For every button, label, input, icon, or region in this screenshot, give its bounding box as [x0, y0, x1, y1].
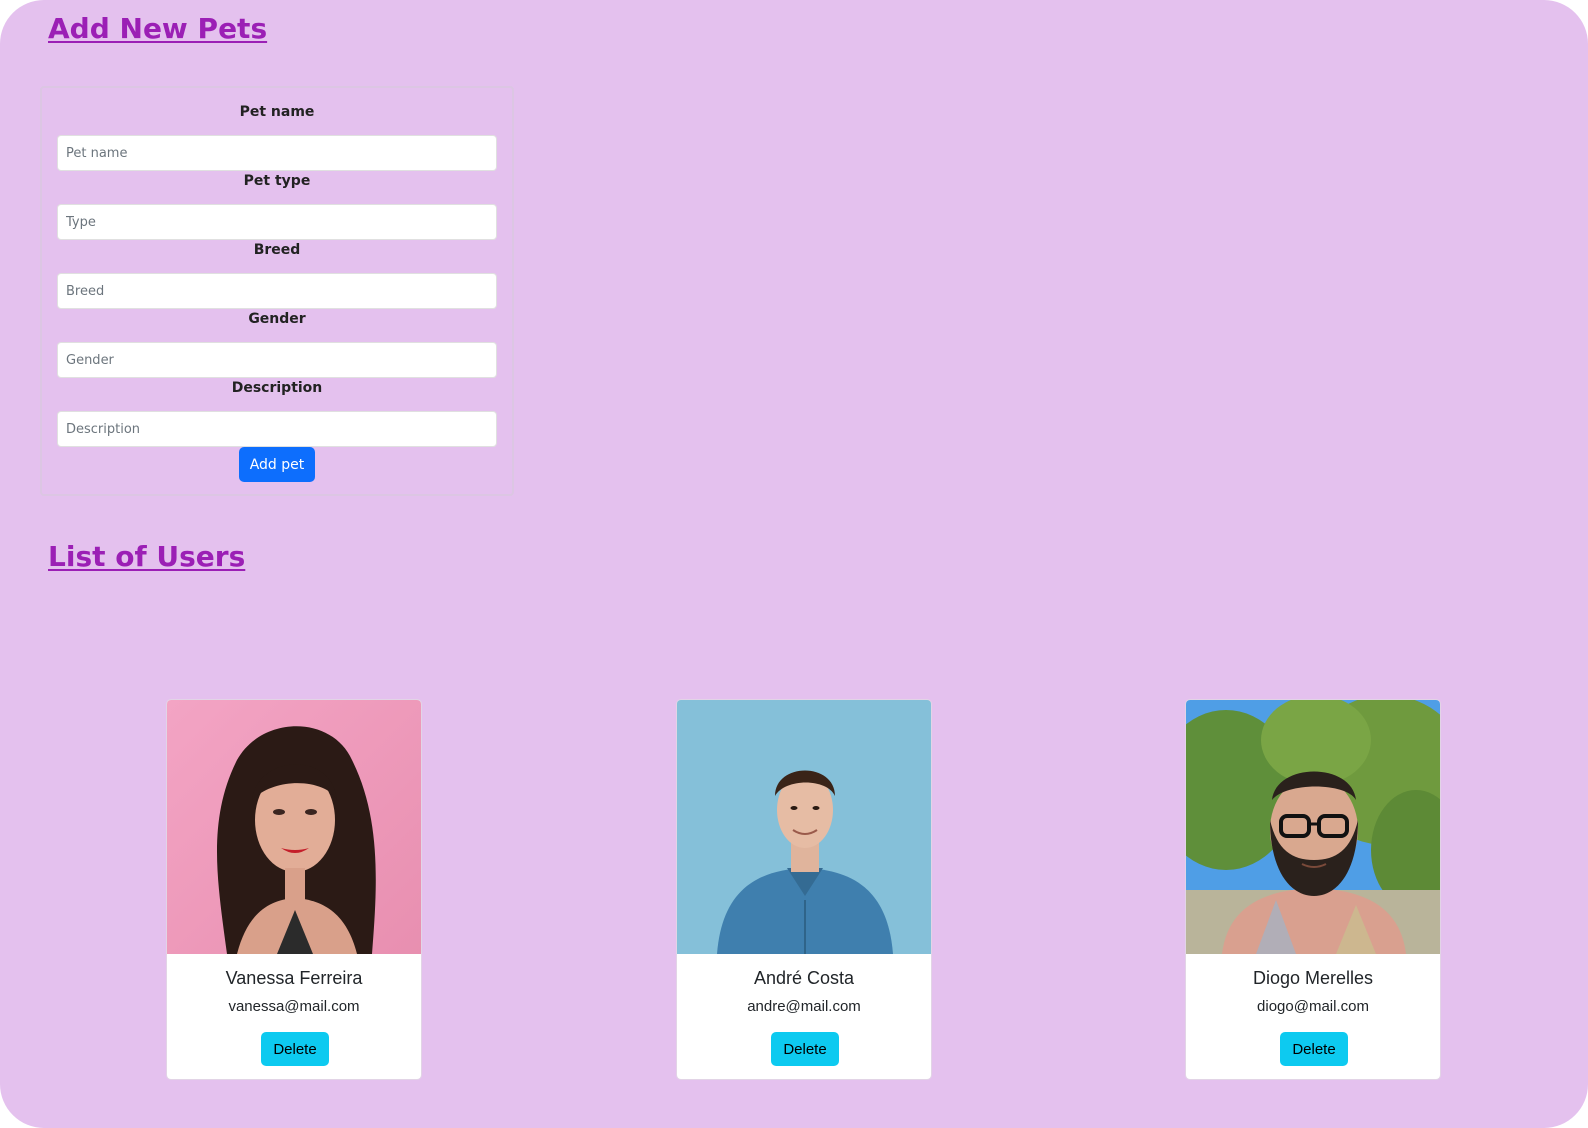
delete-user-button[interactable]: Delete: [261, 1032, 329, 1066]
pet-type-input[interactable]: [57, 204, 497, 240]
user-name: André Costa: [753, 968, 855, 988]
pet-type-label: Pet type: [243, 173, 311, 189]
gender-input[interactable]: [57, 342, 497, 378]
user-name: Vanessa Ferreira: [225, 968, 363, 988]
users-heading[interactable]: List of Users: [48, 540, 245, 573]
user-name: Diogo Merelles: [1252, 968, 1374, 988]
user-email: andre@mail.com: [747, 998, 861, 1015]
description-label: Description: [231, 380, 323, 396]
page: Add New Pets Pet name Pet type Breed Gen…: [0, 0, 1588, 1128]
breed-input[interactable]: [57, 273, 497, 309]
gender-label: Gender: [248, 311, 306, 327]
add-pet-form: Pet name Pet type Breed Gender Descripti…: [40, 86, 514, 496]
user-card: Diogo Merelles diogo@mail.com Delete: [1185, 699, 1441, 1080]
description-input[interactable]: [57, 411, 497, 447]
user-photo: [677, 700, 931, 954]
delete-user-button[interactable]: Delete: [771, 1032, 839, 1066]
user-card: Vanessa Ferreira vanessa@mail.com Delete: [166, 699, 422, 1080]
pet-name-input[interactable]: [57, 135, 497, 171]
pet-name-label: Pet name: [239, 104, 315, 120]
delete-user-button[interactable]: Delete: [1280, 1032, 1348, 1066]
user-email: vanessa@mail.com: [228, 998, 360, 1015]
user-photo: [1186, 700, 1440, 954]
add-pets-heading[interactable]: Add New Pets: [48, 12, 267, 45]
user-photo: [167, 700, 421, 954]
add-pet-button[interactable]: Add pet: [239, 447, 315, 482]
breed-label: Breed: [253, 242, 301, 258]
user-email: diogo@mail.com: [1257, 998, 1369, 1015]
user-card: André Costa andre@mail.com Delete: [676, 699, 932, 1080]
